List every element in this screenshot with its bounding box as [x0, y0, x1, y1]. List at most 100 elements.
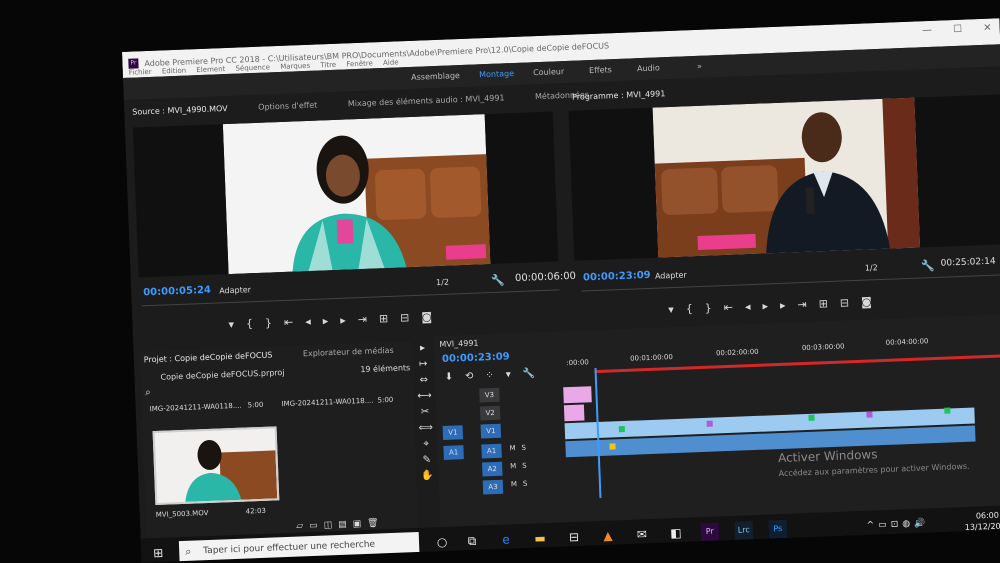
source-transport-controls[interactable]: ▾{}⇤◂▸▸⇥⊞⊟◙	[228, 310, 444, 331]
workspace-montage[interactable]: Montage	[479, 69, 514, 79]
source-resolution-dropdown[interactable]: 1/2	[436, 278, 449, 287]
tab-audio-mixer[interactable]: Mixage des éléments audio : MVI_4991	[348, 93, 505, 108]
source-patch-v1[interactable]: V1	[442, 425, 464, 440]
solo-button[interactable]: S	[522, 462, 527, 470]
ruler-label: 00:03:00:00	[801, 342, 845, 353]
track-v2[interactable]: V2	[479, 405, 501, 421]
clip-marker	[808, 414, 815, 421]
menu-sequence[interactable]: Séquence	[235, 63, 270, 72]
system-tray-icons[interactable]: ^▭⊡◍🔊	[866, 514, 947, 535]
task-view-icon[interactable]: ⧉	[463, 532, 482, 551]
menu-marques[interactable]: Marques	[280, 62, 310, 71]
source-fit-dropdown[interactable]: Adapter	[219, 285, 251, 295]
search-icon[interactable]: ⌕	[145, 387, 151, 398]
clip-marker	[866, 411, 873, 418]
solo-button[interactable]: S	[523, 480, 528, 488]
taskbar-search-placeholder: Taper ici pour effectuer une recherche	[203, 539, 376, 557]
workspace-audio[interactable]: Audio	[637, 63, 660, 73]
timeline-timecode[interactable]: 00:00:23:09	[442, 351, 510, 365]
program-resolution-dropdown[interactable]: 1/2	[865, 263, 878, 272]
sequence-tab[interactable]: MVI_4991	[439, 339, 478, 349]
project-item-duration: 5:00	[377, 395, 394, 405]
menu-aide[interactable]: Aide	[383, 58, 399, 67]
menu-titre[interactable]: Titre	[320, 61, 336, 70]
edge-icon[interactable]: e	[497, 530, 516, 549]
clip-marker	[618, 425, 625, 433]
premiere-app-icon: Pr	[128, 58, 139, 69]
mute-button[interactable]: M	[509, 444, 515, 452]
taskbar-search-box[interactable]: ⌕ Taper ici pour effectuer une recherche	[178, 531, 420, 563]
source-video-frame	[222, 114, 491, 275]
maximize-icon[interactable]: ☐	[953, 24, 962, 35]
file-explorer-icon[interactable]: ▬	[531, 529, 550, 548]
mute-button[interactable]: M	[511, 480, 517, 488]
tab-project[interactable]: Projet : Copie deCopie deFOCUS	[144, 350, 273, 364]
vlc-icon[interactable]: ▲	[599, 526, 618, 545]
clip-marker	[609, 443, 616, 450]
program-settings-icon[interactable]: 🔧	[921, 259, 935, 273]
clip-marker	[944, 407, 951, 414]
project-item-name[interactable]: IMG-20241211-WA0118....	[281, 397, 373, 409]
program-timecode[interactable]: 00:00:23:09	[583, 270, 651, 284]
store-icon[interactable]: ⊟	[565, 528, 584, 547]
mute-button[interactable]: M	[510, 462, 516, 470]
tab-media-browser[interactable]: Explorateur de médias	[303, 346, 394, 358]
window-controls: — ☐ ✕	[904, 23, 992, 37]
menu-fenetre[interactable]: Fenêtre	[346, 59, 373, 68]
track-v1[interactable]: V1	[480, 423, 502, 439]
source-monitor[interactable]	[132, 111, 559, 278]
source-timecode[interactable]: 00:00:05:24	[143, 285, 211, 299]
program-transport-controls[interactable]: ▾{}⇤◂▸▸⇥⊞⊟◙	[668, 295, 884, 316]
tab-effect-options[interactable]: Options d'effet	[258, 101, 317, 112]
taskbar-date: 13/12/2024	[964, 521, 1000, 532]
search-icon: ⌕	[184, 544, 192, 558]
source-patch-a1[interactable]: A1	[443, 445, 464, 460]
menu-fichier[interactable]: Fichier	[129, 68, 152, 77]
activation-watermark-title: Activer Windows	[777, 447, 878, 466]
workspace-effets[interactable]: Effets	[589, 65, 612, 75]
tools-panel[interactable]: ▸ ↦ ⇔ ⟷ ✂ ⟺ ⌖ ✎ ✋	[415, 340, 435, 484]
menu-edition[interactable]: Edition	[162, 67, 187, 76]
track-v3[interactable]: V3	[479, 387, 500, 403]
thumbnail-duration: 42:03	[245, 506, 267, 516]
ruler-label: 00:04:00:00	[885, 337, 929, 347]
thumbnail-name: MVI_5003.MOV	[155, 509, 209, 520]
clip-v2[interactable]	[563, 404, 585, 422]
project-item-count: 19 éléments	[360, 363, 411, 375]
cortana-icon[interactable]: ○	[433, 533, 452, 552]
premiere-taskbar-icon[interactable]: Pr	[700, 522, 720, 542]
menu-element[interactable]: Element	[196, 65, 225, 74]
taskbar-clock[interactable]: 06:00 13/12/2024	[964, 509, 1000, 533]
project-thumbnail[interactable]	[152, 426, 280, 506]
program-duration: 00:25:02:14	[940, 256, 996, 269]
activation-watermark-subtitle: Accédez aux paramètres pour activer Wind…	[778, 461, 970, 479]
ruler-label: 00:02:00:00	[715, 347, 759, 358]
program-fit-dropdown[interactable]: Adapter	[655, 270, 687, 280]
ruler-label: 00:01:00:00	[629, 353, 673, 363]
clip-marker	[706, 420, 713, 427]
source-settings-icon[interactable]: 🔧	[491, 273, 505, 287]
track-a1[interactable]: A1	[481, 443, 502, 459]
source-duration: 00:00:06:00	[514, 270, 577, 285]
windows-start-icon[interactable]: ⊞	[149, 544, 168, 563]
mail-icon[interactable]: ✉	[633, 525, 652, 544]
clip-v3[interactable]	[563, 386, 592, 404]
track-a2[interactable]: A2	[482, 461, 503, 477]
tab-source[interactable]: Source : MVI_4990.MOV	[132, 104, 228, 117]
program-monitor[interactable]	[568, 94, 1000, 261]
minimize-icon[interactable]: —	[922, 25, 932, 36]
photoshop-taskbar-icon[interactable]: Ps	[768, 519, 788, 539]
solo-button[interactable]: S	[521, 444, 526, 452]
timeline-tools[interactable]: ⬇⟲⁘▾🔧	[445, 368, 548, 383]
thumbnail-image	[154, 428, 278, 503]
project-panel: Projet : Copie deCopie deFOCUS Explorate…	[139, 341, 419, 552]
lightroom-taskbar-icon[interactable]: Lrc	[734, 521, 754, 540]
program-video-frame	[652, 97, 921, 258]
project-item-name[interactable]: IMG-20241211-WA0118....	[150, 402, 242, 414]
workspace-couleur[interactable]: Couleur	[533, 67, 564, 77]
workspace-more-icon[interactable]: »	[697, 62, 702, 71]
close-icon[interactable]: ✕	[983, 23, 992, 34]
track-a3[interactable]: A3	[482, 479, 504, 495]
app-icon[interactable]: ◧	[667, 524, 686, 543]
workspace-assemblage[interactable]: Assemblage	[411, 71, 460, 82]
